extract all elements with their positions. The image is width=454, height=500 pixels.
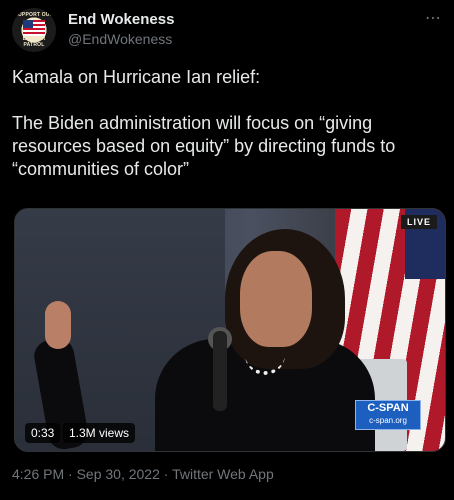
microphone-handle	[213, 331, 227, 411]
more-options-icon[interactable]: ⋯	[425, 8, 442, 28]
tweet-text: Kamala on Hurricane Ian relief: The Bide…	[12, 67, 396, 179]
video-views: 1.3M views	[63, 423, 136, 443]
speaker-face	[240, 251, 312, 347]
avatar-text-top: SUPPORT OUR	[14, 12, 54, 18]
author-name[interactable]: End Wokeness	[68, 11, 174, 28]
avatar-text-bottom: BORDER PATROL	[22, 36, 46, 48]
cspan-logo: C-SPAN c-span.org	[355, 400, 421, 430]
video-player[interactable]: LIVE C-SPAN c-span.org 0:33 1.3M views	[14, 208, 446, 452]
flag-icon	[23, 20, 45, 36]
avatar[interactable]: SUPPORT OUR BORDER PATROL	[12, 8, 56, 52]
speaker-hand	[45, 301, 71, 349]
tweet-header: SUPPORT OUR BORDER PATROL End Wokeness @…	[12, 8, 442, 52]
cspan-url: c-span.org	[369, 416, 407, 425]
author-handle[interactable]: @EndWokeness	[68, 31, 172, 47]
cspan-name: C-SPAN	[367, 402, 409, 414]
video-duration: 0:33	[25, 423, 61, 443]
tweet-timestamp[interactable]: 4:26 PM · Sep 30, 2022 · Twitter Web App	[12, 466, 274, 482]
live-badge: LIVE	[400, 215, 437, 229]
